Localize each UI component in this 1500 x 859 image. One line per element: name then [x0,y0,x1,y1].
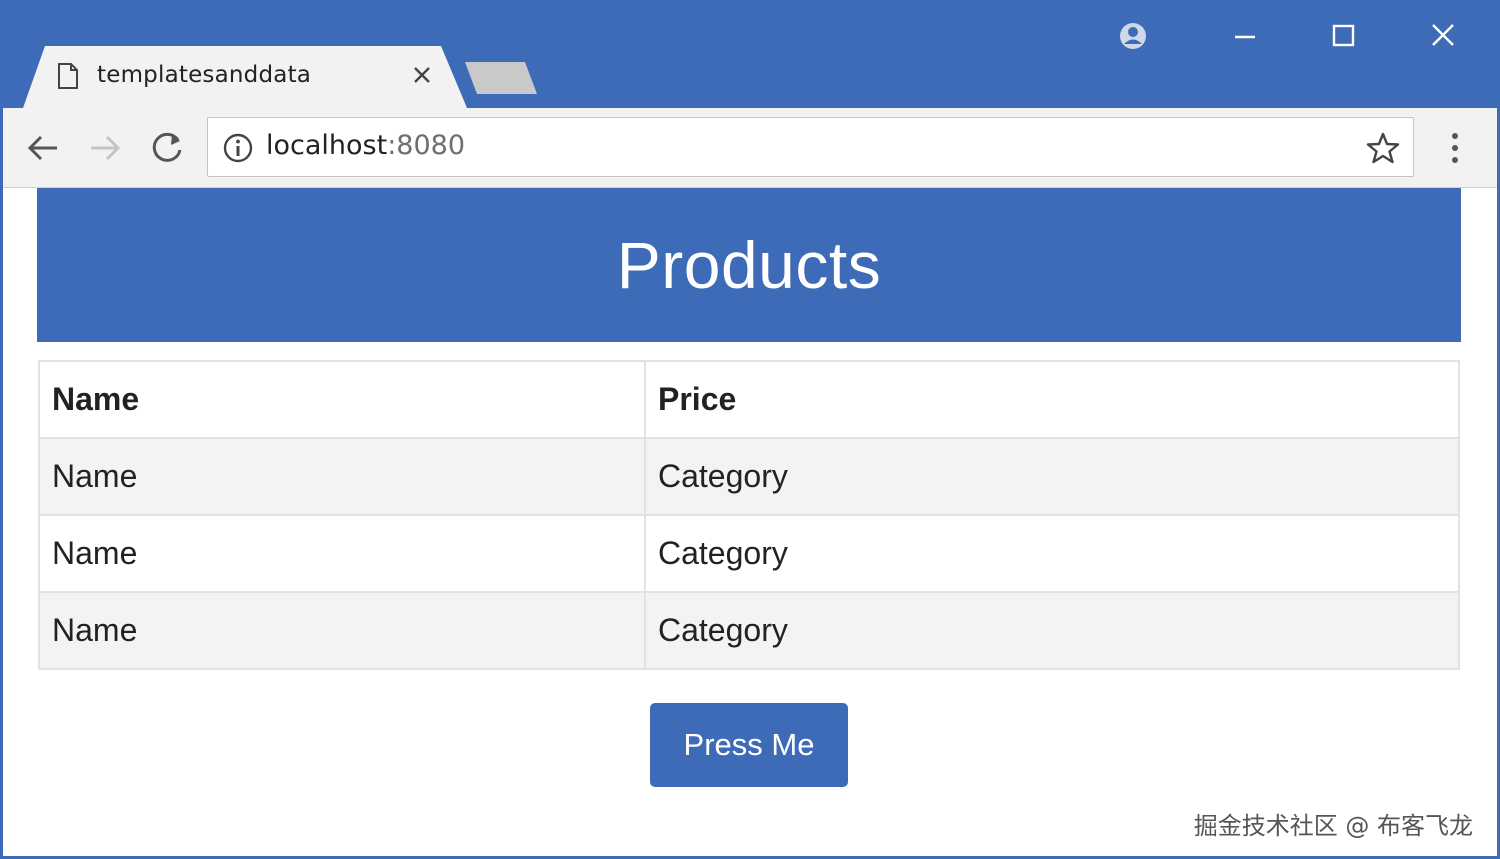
browser-window: templatesanddata localhost:8080 Products… [3,0,1497,856]
menu-icon[interactable] [1437,128,1473,168]
table-row: Name Category [38,591,1460,670]
table-cell-name: Name [38,437,646,516]
table-cell-price: Category [644,591,1460,670]
browser-toolbar: localhost:8080 [3,108,1497,188]
star-icon[interactable] [1365,130,1401,166]
profile-icon[interactable] [1113,16,1153,56]
browser-tab[interactable]: templatesanddata [23,46,467,108]
products-table: Name Price Name Category Name Category N… [38,360,1460,670]
forward-icon[interactable] [83,126,127,170]
info-icon[interactable] [222,132,254,164]
url-text[interactable]: localhost:8080 [266,130,465,161]
browser-frame: templatesanddata localhost:8080 Products… [0,0,1500,859]
table-cell-name: Name [38,514,646,593]
close-window-icon[interactable] [1423,16,1463,56]
reload-icon[interactable] [145,126,189,170]
table-cell-price: Category [644,437,1460,516]
watermark: 掘金技术社区 @ 布客飞龙 [1193,812,1473,840]
page-icon [57,62,79,90]
table-cell-name: Name [38,591,646,670]
back-icon[interactable] [21,126,65,170]
table-cell-price: Category [644,514,1460,593]
page-content: Products Name Price Name Category Name C… [3,188,1497,856]
page-header: Products [37,188,1461,342]
page-title: Products [616,228,882,302]
tab-title: templatesanddata [97,62,312,88]
url-host: localhost [266,130,388,161]
new-tab-button[interactable] [465,62,537,94]
table-header-row: Name Price [38,360,1460,439]
address-bar[interactable]: localhost:8080 [207,117,1414,177]
maximize-icon[interactable] [1323,16,1363,56]
title-bar: templatesanddata [3,0,1497,108]
table-row: Name Category [38,437,1460,516]
url-port: :8080 [387,130,466,161]
table-row: Name Category [38,514,1460,593]
close-icon[interactable] [407,60,437,90]
column-header-price: Price [644,360,1460,439]
column-header-name: Name [38,360,646,439]
minimize-icon[interactable] [1225,16,1265,56]
press-me-button[interactable]: Press Me [650,703,848,787]
